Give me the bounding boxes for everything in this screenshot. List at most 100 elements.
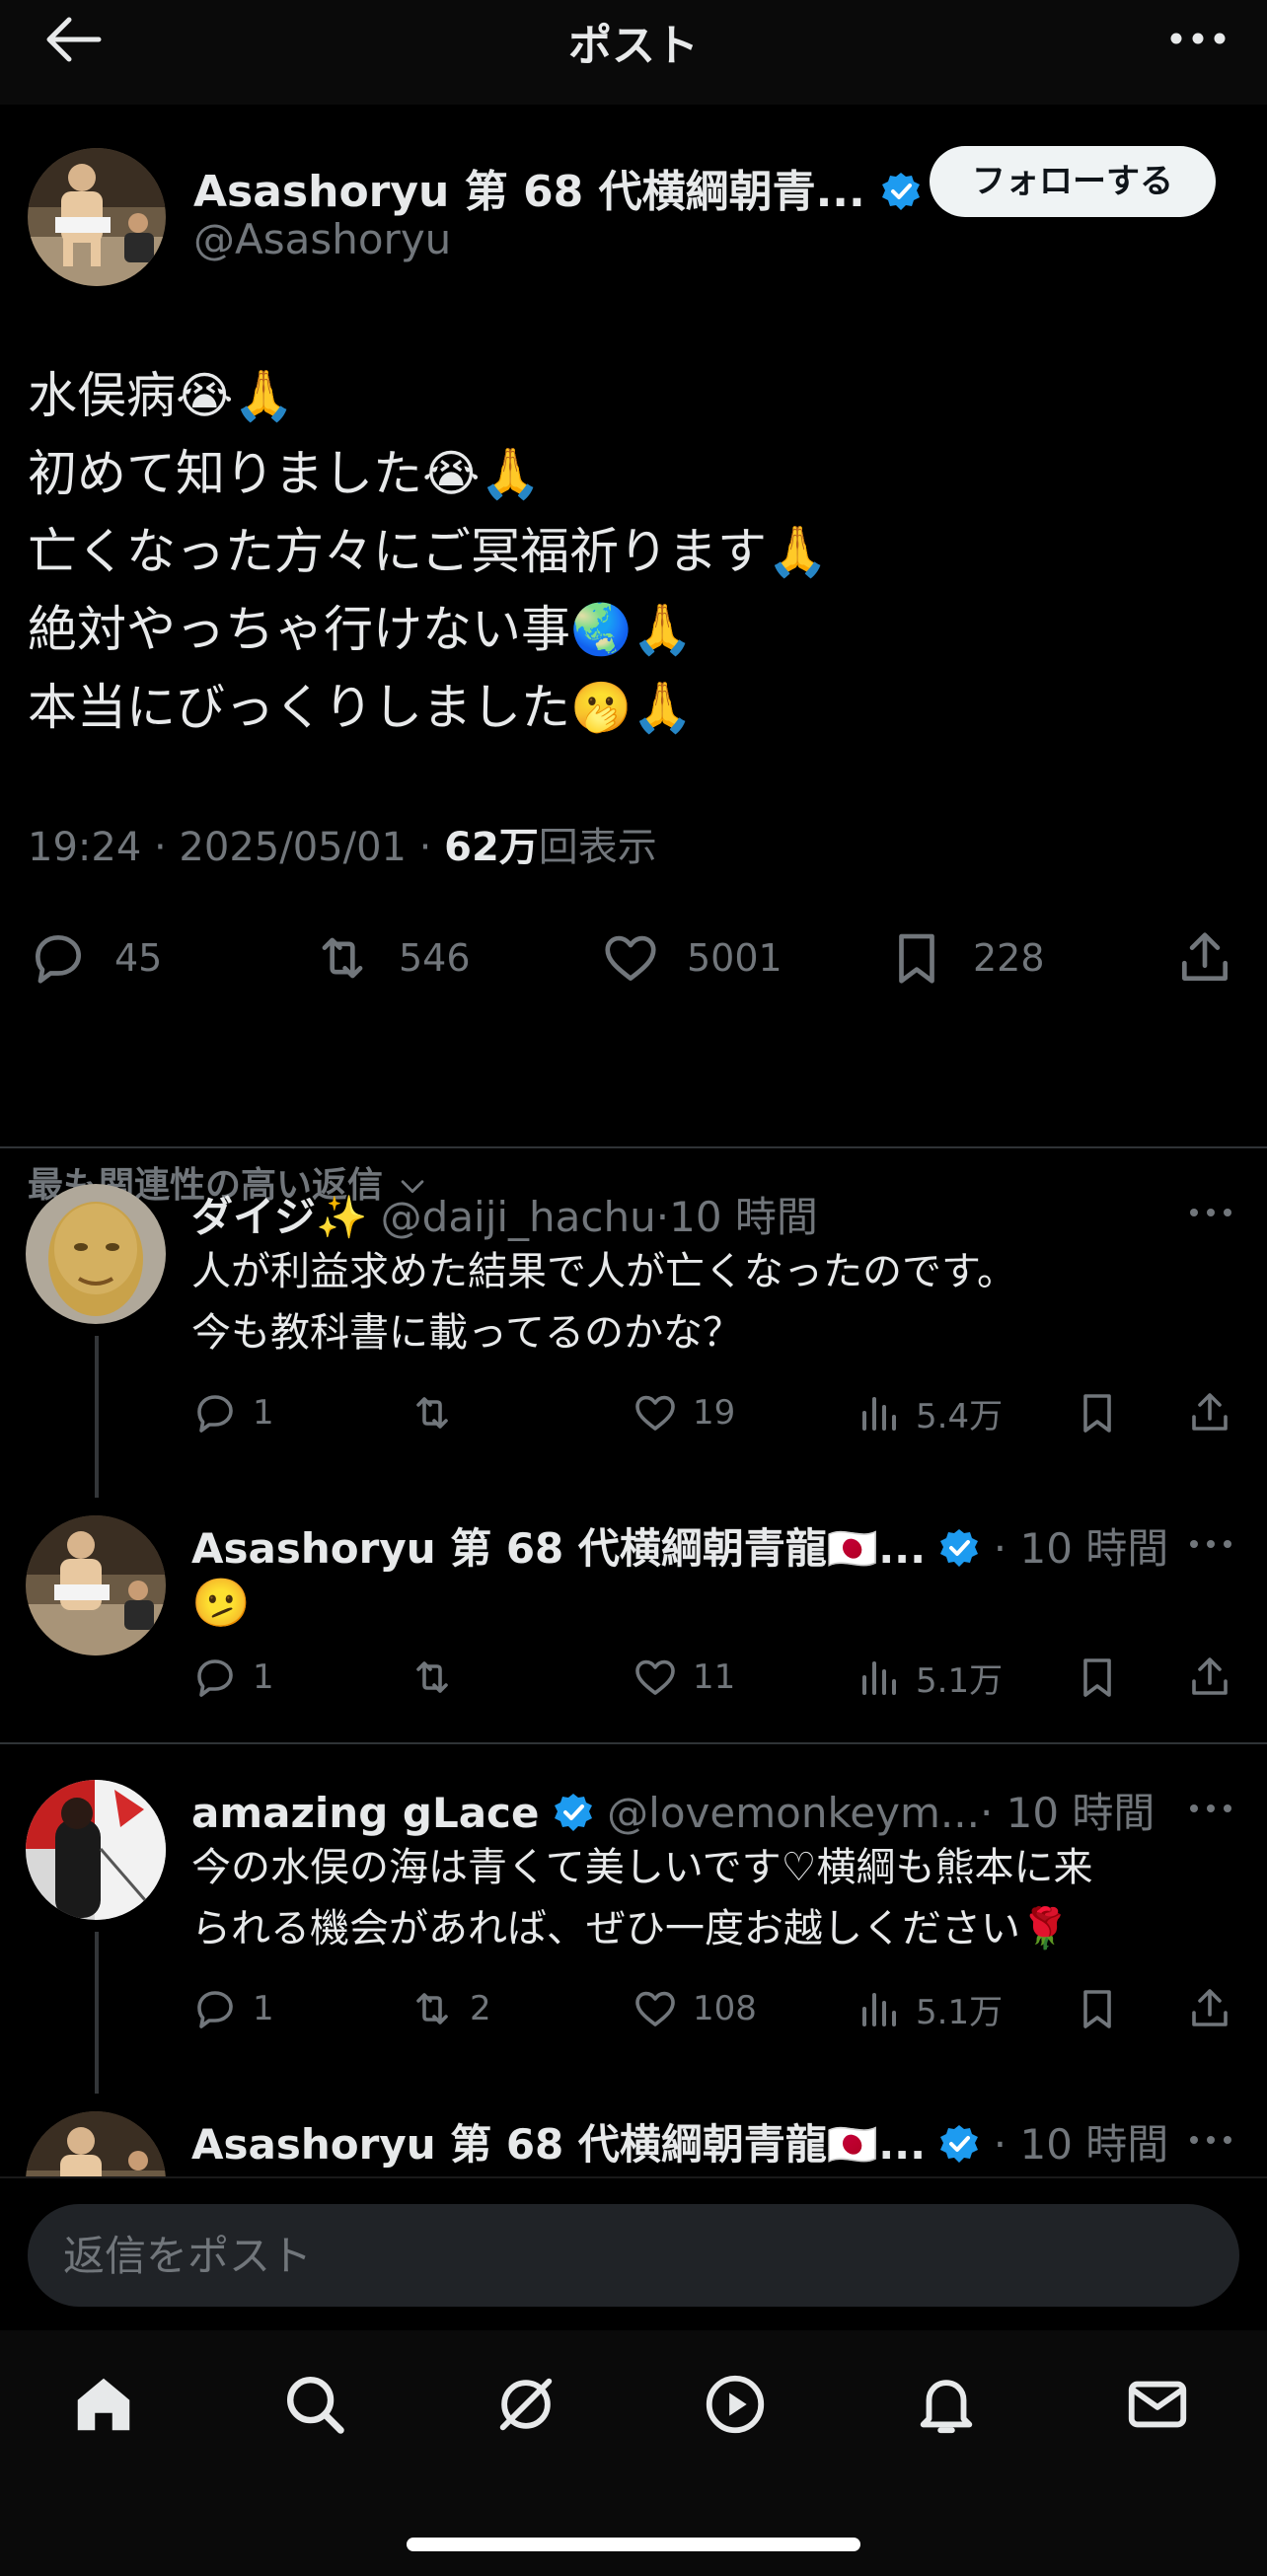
bookmark-button[interactable]: [1074, 1981, 1121, 2036]
reply-count: 45: [114, 936, 163, 980]
reply-button[interactable]: 45: [28, 914, 162, 1002]
like-button[interactable]: 5001: [600, 914, 783, 1002]
more-options-icon[interactable]: [1188, 1802, 1233, 1815]
grok-icon[interactable]: [491, 2370, 560, 2439]
views-chart-icon: [862, 1661, 896, 1695]
reply-header: Asashoryu 第 68 代横綱朝青龍🇯🇵... · 10 時間: [191, 1515, 1168, 1576]
reply-author-name[interactable]: Asashoryu 第 68 代横綱朝青龍🇯🇵...: [191, 2120, 926, 2169]
reply-author-handle[interactable]: @lovemonkeym...: [607, 1789, 980, 1837]
reply-avatar[interactable]: [26, 1184, 166, 1324]
like-count: 108: [693, 1989, 757, 2028]
reply-text: 人が利益求めた結果で人が亡くなったのです。 今も教科書に載ってるのかな？: [191, 1249, 1016, 1356]
reply-avatar[interactable]: [26, 1780, 166, 1920]
repost-button[interactable]: 2: [409, 1981, 491, 2036]
reply-author-name[interactable]: amazing gLace: [191, 1789, 539, 1837]
repost-icon: [416, 1661, 448, 1693]
reply-count: 1: [253, 1393, 274, 1433]
reply-item[interactable]: Asashoryu 第 68 代横綱朝青龍🇯🇵... · 10 時間: [0, 2111, 1267, 2176]
like-button[interactable]: 11: [632, 1650, 735, 1705]
author-avatar[interactable]: [28, 148, 166, 286]
view-count: 5.1万: [916, 1660, 1004, 1701]
like-count: 19: [693, 1393, 736, 1433]
verified-badge-icon: [940, 1529, 979, 1567]
thread-line: [95, 1336, 99, 1498]
author-handle[interactable]: @Asashoryu: [193, 215, 451, 263]
divider: [0, 1146, 1267, 1148]
reply-time: ·10 時間: [655, 1193, 818, 1241]
repost-button[interactable]: [409, 1385, 456, 1440]
heart-icon: [635, 1991, 675, 2026]
like-button[interactable]: 19: [632, 1385, 735, 1440]
more-options-icon[interactable]: [1168, 26, 1228, 51]
view-count: 5.4万: [916, 1396, 1004, 1436]
reply-avatar[interactable]: [26, 2111, 166, 2176]
reply-author-handle[interactable]: @daiji_hachu: [381, 1193, 656, 1241]
repost-icon: [416, 1993, 448, 2024]
reply-count: 1: [253, 1657, 274, 1697]
bookmark-icon: [1083, 1394, 1111, 1433]
post-actions: 45 546 5001 228: [0, 914, 1267, 1002]
views-button[interactable]: 5.1万: [855, 1981, 1003, 2036]
share-icon: [1192, 1657, 1228, 1695]
reply-time: · 10 時間: [993, 2120, 1169, 2169]
bookmark-button[interactable]: [1074, 1650, 1121, 1705]
reply-avatar[interactable]: [26, 1515, 166, 1656]
reply-time: · 10 時間: [993, 1524, 1169, 1573]
view-count: 5.1万: [916, 1992, 1004, 2032]
share-button[interactable]: [1186, 1981, 1233, 2036]
views-button[interactable]: 5.4万: [855, 1385, 1003, 1440]
reply-author-name[interactable]: Asashoryu 第 68 代横綱朝青龍🇯🇵...: [191, 1524, 926, 1573]
view-count[interactable]: 62万: [444, 825, 539, 870]
reply-button[interactable]: 1: [191, 1385, 274, 1440]
top-bar: ポスト: [0, 0, 1267, 105]
reply-author-name[interactable]: ダイジ✨: [191, 1193, 367, 1241]
bookmark-button[interactable]: 228: [886, 914, 1045, 1002]
more-options-icon[interactable]: [1188, 1537, 1233, 1551]
search-icon[interactable]: [280, 2370, 349, 2439]
author-name[interactable]: Asashoryu 第 68 代横綱朝青...: [193, 156, 922, 219]
views-button[interactable]: 5.1万: [855, 1650, 1003, 1705]
bookmark-icon: [1083, 1658, 1111, 1697]
repost-count: 2: [470, 1989, 491, 2028]
reply-header: amazing gLace @lovemonkeym...· 10 時間: [191, 1780, 1155, 1840]
notifications-bell-icon[interactable]: [912, 2370, 981, 2439]
repost-icon: [322, 937, 363, 979]
bookmark-count: 228: [973, 936, 1045, 980]
author-name-text[interactable]: Asashoryu 第 68 代横綱朝青...: [193, 167, 865, 217]
reply-header: Asashoryu 第 68 代横綱朝青龍🇯🇵... · 10 時間: [191, 2111, 1168, 2171]
share-icon: [1192, 1393, 1228, 1431]
share-icon: [1182, 932, 1228, 981]
like-button[interactable]: 108: [632, 1981, 757, 2036]
share-icon: [1192, 1989, 1228, 2026]
reply-input[interactable]: [28, 2204, 1239, 2307]
follow-button[interactable]: フォローする: [930, 146, 1216, 217]
video-play-icon[interactable]: [701, 2370, 770, 2439]
bookmark-icon: [899, 933, 934, 984]
reply-button[interactable]: 1: [191, 1981, 274, 2036]
like-count: 5001: [687, 936, 783, 980]
reply-icon: [197, 1659, 233, 1697]
page-title: ポスト: [568, 21, 699, 71]
share-button[interactable]: [1186, 1650, 1233, 1705]
share-button[interactable]: [1174, 914, 1235, 1002]
heart-icon: [605, 935, 656, 981]
share-button[interactable]: [1186, 1385, 1233, 1440]
view-label[interactable]: 回表示: [539, 825, 657, 870]
more-options-icon[interactable]: [1188, 2133, 1233, 2147]
post-meta: 19:24 · 2025/05/01 · 62万回表示: [28, 815, 657, 872]
repost-icon: [416, 1397, 448, 1429]
reply-icon: [197, 1991, 233, 2028]
messages-envelope-icon[interactable]: [1123, 2370, 1192, 2439]
bookmark-button[interactable]: [1074, 1385, 1121, 1440]
repost-button[interactable]: 546: [312, 914, 471, 1002]
repost-button[interactable]: [409, 1650, 456, 1705]
reply-button[interactable]: 1: [191, 1650, 274, 1705]
more-options-icon[interactable]: [1188, 1206, 1233, 1219]
home-icon[interactable]: [69, 2370, 138, 2439]
verified-badge-icon: [554, 1794, 592, 1831]
post-timestamp: 19:24 · 2025/05/01 ·: [28, 825, 445, 870]
reply-time: · 10 時間: [979, 1789, 1155, 1837]
reply-text: 今の水俣の海は青くて美しいです♡横綱も熊本に来 られる機会があれば、ぜひ一度お越…: [191, 1845, 1093, 1951]
views-chart-icon: [862, 1993, 896, 2026]
heart-icon: [635, 1659, 675, 1695]
